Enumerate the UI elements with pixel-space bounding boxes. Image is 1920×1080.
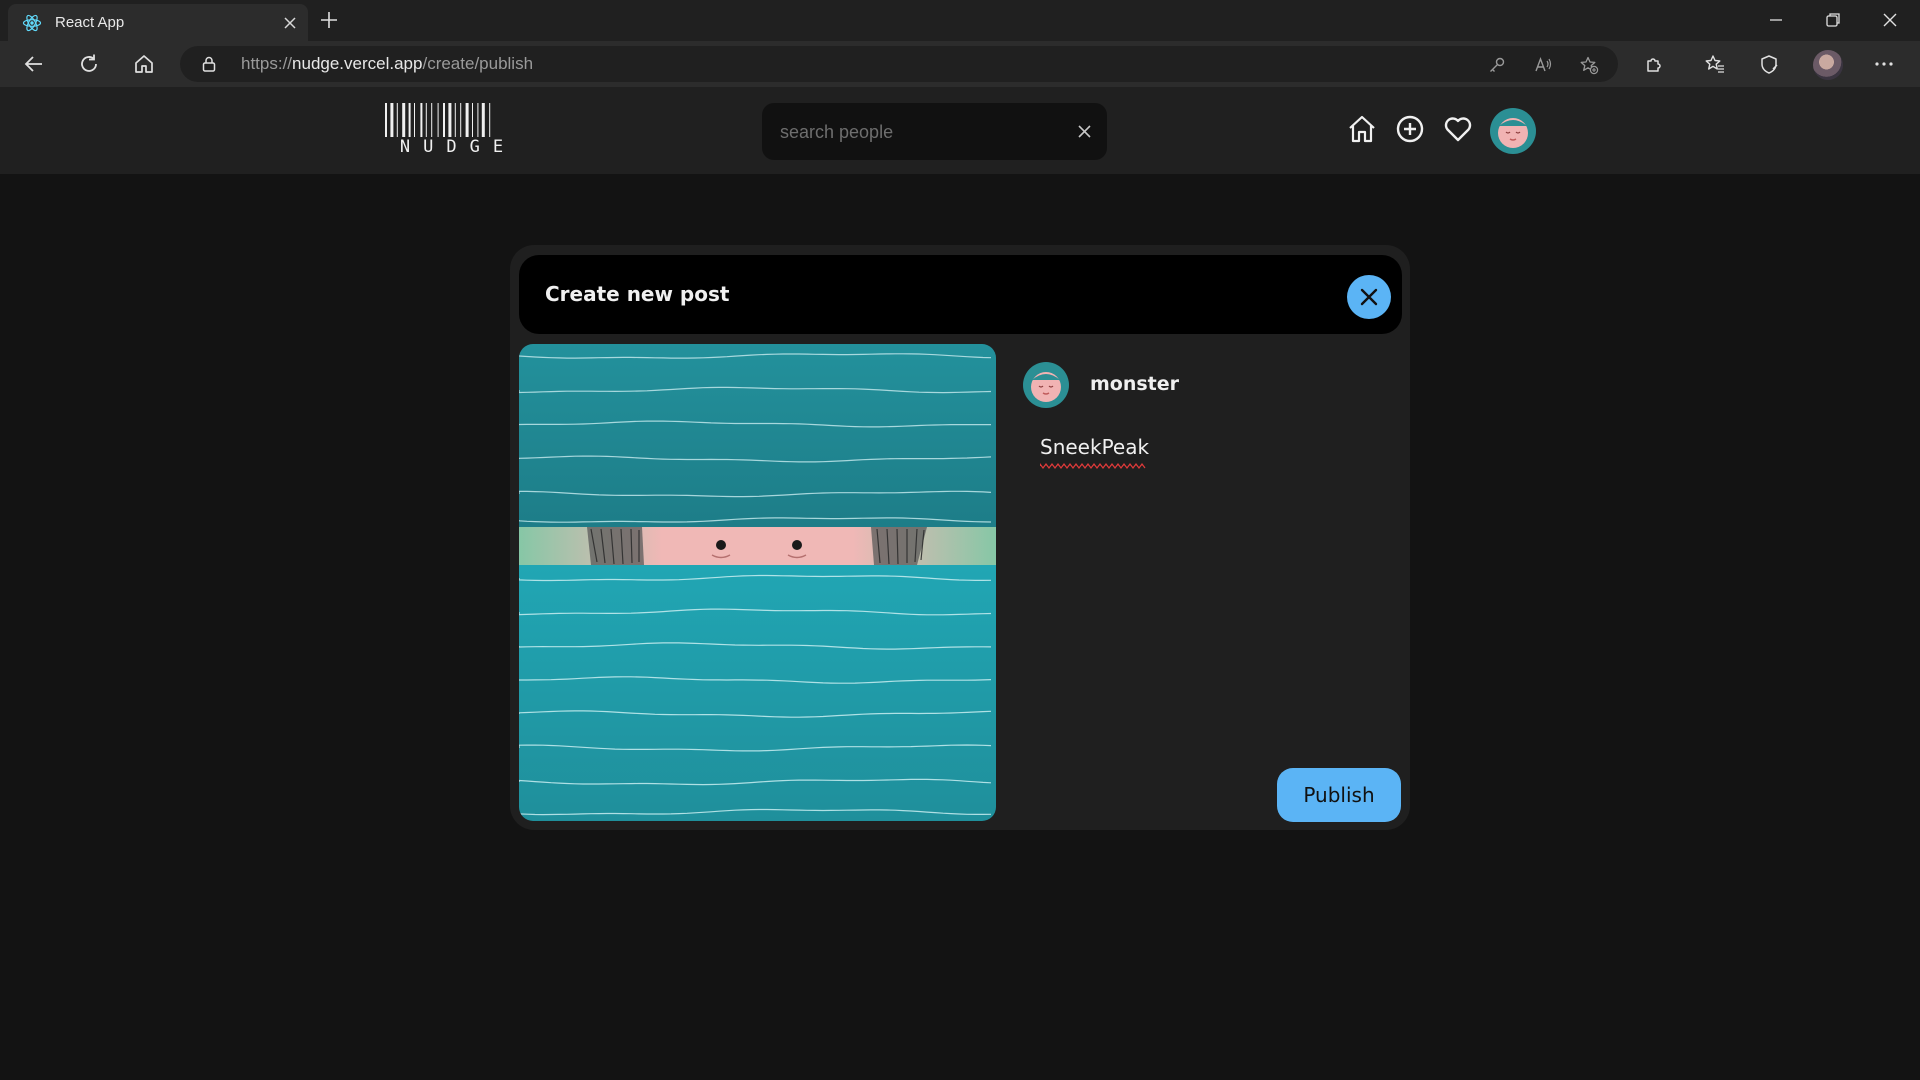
close-icon — [1360, 288, 1378, 306]
nudge-logo[interactable]: NUDGE — [383, 103, 523, 159]
create-post-modal: Create new post monster SneekPeak Publis… — [510, 245, 1410, 830]
username[interactable]: monster — [1090, 373, 1179, 395]
browser-profile-avatar[interactable] — [1813, 50, 1843, 80]
back-arrow-icon[interactable] — [22, 52, 46, 76]
react-logo-icon — [22, 14, 42, 32]
search-clear-icon[interactable] — [1076, 123, 1093, 140]
home-icon[interactable] — [1346, 113, 1378, 145]
browser-essentials-icon[interactable] — [1758, 53, 1780, 75]
post-image-preview — [519, 344, 996, 821]
favorites-icon[interactable] — [1704, 53, 1726, 75]
restore-icon[interactable] — [1822, 9, 1844, 31]
minimize-icon[interactable] — [1765, 9, 1787, 31]
refresh-icon[interactable] — [77, 52, 101, 76]
search-input[interactable] — [780, 119, 1070, 145]
key-icon[interactable] — [1487, 55, 1507, 75]
tab-close-icon[interactable] — [282, 15, 298, 31]
app-header: NUDGE — [0, 87, 1920, 174]
browser-toolbar: https://nudge.vercel.app/create/publish — [0, 41, 1920, 87]
browser-tab[interactable]: React App — [8, 4, 308, 41]
spellcheck-underline — [1040, 463, 1146, 469]
search-box — [762, 103, 1107, 160]
address-bar[interactable]: https://nudge.vercel.app/create/publish — [180, 46, 1618, 82]
user-avatar[interactable] — [1023, 362, 1069, 408]
read-aloud-icon[interactable] — [1533, 55, 1553, 75]
caption-input[interactable]: SneekPeak — [1040, 435, 1380, 695]
barcode-logo-icon — [385, 103, 491, 137]
tab-title: React App — [55, 14, 125, 31]
add-favorite-icon[interactable] — [1579, 55, 1599, 75]
url-text[interactable]: https://nudge.vercel.app/create/publish — [241, 54, 533, 74]
home-browser-icon[interactable] — [132, 52, 156, 76]
logo-text: NUDGE — [399, 137, 517, 157]
close-modal-button[interactable] — [1347, 275, 1391, 319]
publish-button[interactable]: Publish — [1277, 768, 1401, 822]
heart-icon[interactable] — [1442, 113, 1474, 145]
modal-title: Create new post — [545, 282, 730, 306]
profile-avatar[interactable] — [1490, 108, 1536, 154]
more-options-icon[interactable] — [1873, 53, 1895, 75]
new-tab-icon[interactable] — [318, 9, 340, 31]
window-close-icon[interactable] — [1879, 9, 1901, 31]
lock-icon[interactable] — [200, 55, 218, 73]
browser-tab-bar: React App — [0, 0, 1920, 41]
add-post-icon[interactable] — [1394, 113, 1426, 145]
extensions-icon[interactable] — [1643, 53, 1665, 75]
modal-header: Create new post — [519, 255, 1402, 334]
